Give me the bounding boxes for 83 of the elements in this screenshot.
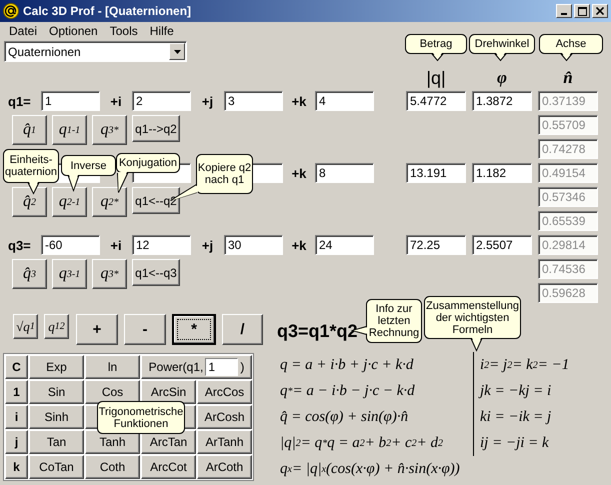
function-button[interactable]: ArCoth <box>197 455 252 479</box>
function-button[interactable]: ArCosh <box>197 405 252 429</box>
function-button[interactable]: Sin <box>29 380 84 404</box>
component-field[interactable]: 12 <box>132 235 191 255</box>
copy-button[interactable]: q1<--q2 <box>132 187 180 214</box>
function-button[interactable]: ArcSin <box>141 380 196 404</box>
formula: jk = −kj = i <box>478 382 552 400</box>
unit-label: +j <box>200 238 214 252</box>
menu-item[interactable]: Optionen <box>43 24 104 38</box>
magnitude-field[interactable]: 13.191 <box>406 163 466 183</box>
function-button[interactable]: Tan <box>29 430 84 454</box>
operator-button[interactable]: / <box>222 314 263 345</box>
callout-tooltip: Zusammenstellung der wichtigsten Formeln <box>424 296 522 351</box>
unit-label: +k <box>290 166 308 180</box>
function-button[interactable]: CoTan <box>29 455 84 479</box>
component-field[interactable]: 1 <box>41 91 100 111</box>
close-icon <box>596 7 604 15</box>
mode-dropdown[interactable]: Quaternionen <box>4 41 187 62</box>
power-button[interactable]: Power(q1, 1 ) <box>141 355 252 379</box>
function-button[interactable]: Cos <box>85 380 140 404</box>
quaternion-label: q3= <box>8 238 32 252</box>
operator-button[interactable]: * <box>172 314 216 345</box>
callout-tooltip: Achse <box>539 34 604 61</box>
callout-tooltip: Konjugation <box>116 153 181 193</box>
component-button[interactable]: 1 <box>5 380 28 404</box>
function-button[interactable]: Sinh <box>29 405 84 429</box>
component-field[interactable]: 24 <box>315 235 374 255</box>
component-field[interactable]: -60 <box>41 235 100 255</box>
menu-item[interactable]: Tools <box>104 24 144 38</box>
angle-field[interactable]: 2.5507 <box>472 235 532 255</box>
angle-field[interactable]: 1.182 <box>472 163 532 183</box>
magnitude-field[interactable]: 72.25 <box>406 235 466 255</box>
unit-label: +j <box>200 94 214 108</box>
copy-button[interactable]: q1<--q3 <box>132 259 180 286</box>
formula: q̂ = cos(φ) + sin(φ)·n̂ <box>279 408 410 426</box>
minimize-button[interactable] <box>556 4 572 18</box>
menu-item[interactable]: Datei <box>3 24 44 38</box>
copy-button[interactable]: q1-->q2 <box>132 115 180 142</box>
unit-label: +i <box>109 238 123 252</box>
operator-button[interactable]: + <box>76 314 118 345</box>
function-button[interactable]: ArTanh <box>197 430 252 454</box>
component-field[interactable]: 8 <box>315 163 374 183</box>
callout-tooltip: Betrag <box>405 34 468 61</box>
maximize-button[interactable] <box>574 4 590 18</box>
function-button[interactable]: Exp <box>29 355 84 379</box>
window-title: Calc 3D Prof - [Quaternionen] <box>23 4 192 18</box>
unit-label: +i <box>109 94 123 108</box>
exponent-field[interactable]: 1 <box>205 358 238 376</box>
maximize-icon <box>578 6 586 16</box>
caret-icon <box>174 50 180 54</box>
unit-label: +k <box>290 94 308 108</box>
callout-tooltip: Einheits- quaternion <box>3 149 60 194</box>
column-symbol: φ <box>496 68 508 88</box>
callout-tooltip: Drehwinkel <box>469 34 536 61</box>
formula: ki = −ik = j <box>479 408 552 426</box>
callout-tooltip: Trigonometrische Funktionen <box>97 401 186 435</box>
menu-item[interactable]: Hilfe <box>144 24 180 38</box>
component-button[interactable]: j <box>5 430 28 454</box>
formula: q = a + i·b + j·c + k·d <box>279 356 414 374</box>
operator-button[interactable]: - <box>124 314 166 345</box>
function-button[interactable]: ln <box>85 355 140 379</box>
component-button[interactable]: i <box>5 405 28 429</box>
unit-label: +k <box>290 238 308 252</box>
component-button[interactable]: C <box>5 355 28 379</box>
quaternion-label: q1= <box>8 94 32 108</box>
close-button[interactable] <box>592 4 608 18</box>
app-icon <box>3 3 19 19</box>
last-calculation: q3=q1*q2 <box>277 320 358 343</box>
formula: ij = −ji = k <box>479 434 550 452</box>
component-field[interactable]: 4 <box>315 91 374 111</box>
component-field[interactable]: 2 <box>132 91 191 111</box>
dropdown-button[interactable] <box>169 43 185 60</box>
function-button[interactable]: ArcCot <box>141 455 196 479</box>
column-symbol: n̂ <box>562 68 574 88</box>
angle-field[interactable]: 1.3872 <box>472 91 532 111</box>
function-button[interactable]: ArcCos <box>197 380 252 404</box>
callout-tooltip: Inverse <box>61 155 117 191</box>
component-field[interactable]: 3 <box>224 91 283 111</box>
function-button[interactable]: Coth <box>85 455 140 479</box>
column-symbol: |q| <box>425 68 447 88</box>
magnitude-field[interactable]: 5.4772 <box>406 91 466 111</box>
component-field[interactable]: 30 <box>224 235 283 255</box>
component-button[interactable]: k <box>5 455 28 479</box>
